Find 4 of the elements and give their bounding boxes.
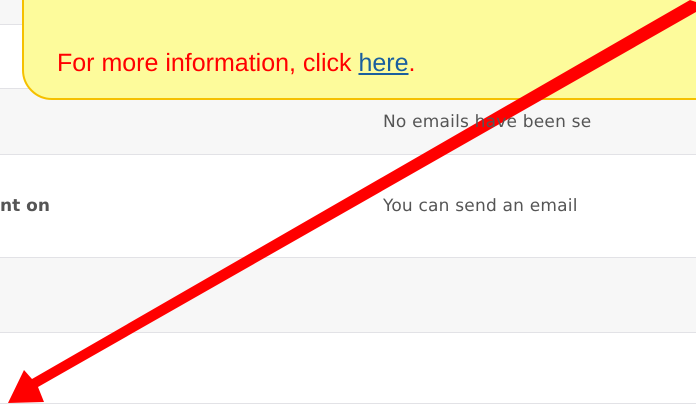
- here-link[interactable]: here: [358, 49, 409, 77]
- info-text: For more information, click here.: [57, 49, 416, 78]
- field-value: You can send an email: [383, 196, 578, 216]
- field-label: nt on: [0, 196, 50, 216]
